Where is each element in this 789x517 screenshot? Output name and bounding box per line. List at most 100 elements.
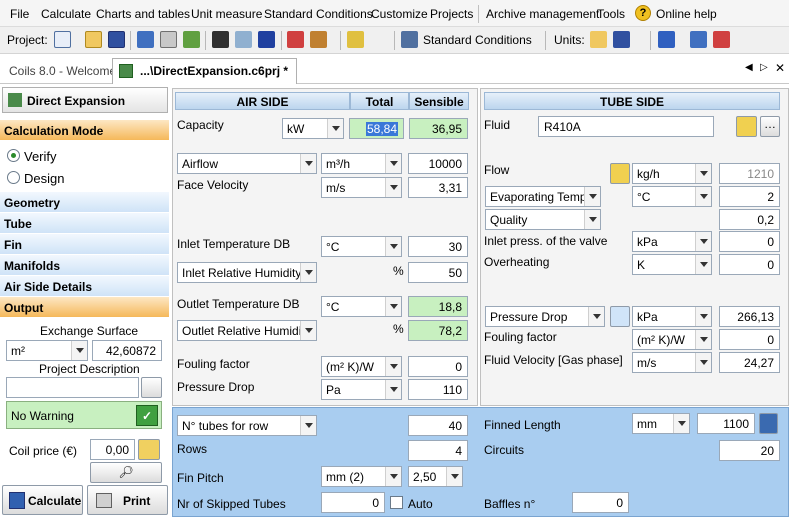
rows-input[interactable]: 4 (408, 440, 468, 461)
keyboard-icon[interactable] (141, 377, 162, 398)
finned-length-input[interactable]: 1100 (697, 413, 755, 434)
tube-fouling-unit-select[interactable]: (m² K)/W (632, 329, 712, 350)
tube-pressure-drop-unit-select[interactable]: kPa (632, 306, 712, 327)
skipped-tubes-input[interactable]: 0 (321, 492, 385, 513)
overheating-input[interactable]: 0 (719, 254, 780, 275)
surface-unit-select[interactable]: m² (6, 340, 88, 361)
finned-length-unit-select[interactable]: mm (632, 413, 690, 434)
quality-select[interactable]: Quality (485, 209, 601, 230)
inlet-rh-input[interactable]: 50 (408, 262, 468, 283)
tab-next-icon[interactable]: ▷ (760, 62, 768, 73)
new-document-icon[interactable] (54, 31, 71, 48)
design-radio[interactable] (7, 171, 20, 184)
face-velocity-unit-select[interactable]: m/s (321, 177, 402, 198)
coins-icon[interactable] (138, 439, 160, 460)
circuits-input[interactable]: 20 (719, 440, 780, 461)
save-icon[interactable] (108, 31, 125, 48)
lock-icon[interactable] (610, 163, 630, 184)
menu-divider (478, 5, 479, 23)
menu-standard-conditions[interactable]: Standard Conditions (264, 7, 373, 21)
calculator-icon[interactable] (759, 413, 778, 434)
tube-fouling-input[interactable]: 0 (719, 329, 780, 350)
fin-pitch-select[interactable]: 2,50 (408, 466, 463, 487)
tab-active[interactable]: ...\DirectExpansion.c6prj * (112, 58, 297, 84)
menu-charts[interactable]: Charts and tables (96, 7, 190, 21)
fluid-input[interactable]: R410A (538, 116, 714, 137)
diamond-icon[interactable] (610, 306, 630, 327)
browse-button[interactable]: … (760, 116, 780, 137)
inlet-press-unit-select[interactable]: kPa (632, 231, 712, 252)
overheating-unit-select[interactable]: K (632, 254, 712, 275)
fin-pitch-unit-select[interactable]: mm (2) (321, 466, 402, 487)
car-icon[interactable] (713, 31, 730, 48)
project-description-input[interactable] (6, 377, 139, 398)
section-geometry[interactable]: Geometry (0, 192, 169, 213)
verify-radio[interactable] (7, 149, 20, 162)
print-icon[interactable] (160, 31, 177, 48)
section-air-side-details[interactable]: Air Side Details (0, 276, 169, 297)
edit-icon[interactable] (690, 31, 707, 48)
capacity-sensible-value: 36,95 (409, 118, 468, 139)
settings-icon[interactable] (658, 31, 675, 48)
calculate-button[interactable]: Calculate (2, 485, 83, 515)
outlet-temp-unit-select[interactable]: °C (321, 296, 402, 317)
menu-projects[interactable]: Projects (430, 7, 473, 21)
flow-unit-select[interactable]: kg/h (632, 163, 712, 184)
air-pressure-unit-select[interactable]: Pa (321, 379, 402, 400)
close-icon[interactable]: ✕ (775, 61, 785, 75)
tools-icon[interactable] (287, 31, 304, 48)
tab-welcome[interactable]: Coils 8.0 - Welcome! (9, 64, 119, 78)
airflow-select[interactable]: Airflow (177, 153, 317, 174)
list-icon[interactable] (212, 31, 229, 48)
menu-file[interactable]: File (10, 7, 29, 21)
inlet-temp-unit-select[interactable]: °C (321, 236, 402, 257)
section-output[interactable]: Output (0, 297, 169, 318)
inlet-rh-select[interactable]: Inlet Relative Humidity (177, 262, 317, 283)
tubes-per-row-input[interactable]: 40 (408, 415, 468, 436)
auto-checkbox[interactable] (390, 496, 403, 509)
open-folder-icon[interactable] (85, 31, 102, 48)
units-open-icon[interactable] (590, 31, 607, 48)
evap-temp-input[interactable]: 2 (719, 186, 780, 207)
tubes-per-row-select[interactable]: N° tubes for row (177, 415, 317, 436)
outlet-rh-select[interactable]: Outlet Relative Humidity (177, 320, 317, 341)
lightning-icon[interactable] (736, 116, 757, 137)
section-manifolds[interactable]: Manifolds (0, 255, 169, 276)
inlet-temp-input[interactable]: 30 (408, 236, 468, 257)
section-calculation-mode[interactable]: Calculation Mode (0, 120, 169, 141)
print-button[interactable]: Print (87, 485, 168, 515)
calculator-icon[interactable] (137, 31, 154, 48)
menu-calculate[interactable]: Calculate (41, 7, 91, 21)
air-fouling-input[interactable]: 0 (408, 356, 468, 377)
units-save-icon[interactable] (613, 31, 630, 48)
tube-pressure-drop-select[interactable]: Pressure Drop (485, 306, 605, 327)
menu-tools[interactable]: Tools (597, 7, 625, 21)
evap-temp-select[interactable]: Evaporating Temp. (485, 186, 601, 207)
coil-price-input[interactable]: 0,00 (90, 439, 135, 460)
bar-chart-icon[interactable] (310, 31, 327, 48)
pencil-chart-icon[interactable] (347, 31, 364, 48)
menu-unit-measure[interactable]: Unit measure (191, 7, 262, 21)
section-fin[interactable]: Fin (0, 234, 169, 255)
evap-temp-unit-select[interactable]: °C (632, 186, 712, 207)
print-icon (96, 493, 112, 508)
airflow-input[interactable]: 10000 (408, 153, 468, 174)
menu-online-help[interactable]: Online help (656, 7, 717, 21)
menu-archive[interactable]: Archive management (486, 7, 599, 21)
standard-conditions-dropdown[interactable]: Standard Conditions (423, 33, 532, 47)
quality-input[interactable]: 0,2 (719, 209, 780, 230)
fluid-velocity-unit-select[interactable]: m/s (632, 352, 712, 373)
menu-customize[interactable]: Customize (371, 7, 428, 21)
butterfly-icon[interactable] (258, 31, 275, 48)
section-tube[interactable]: Tube (0, 213, 169, 234)
baffles-input[interactable]: 0 (572, 492, 629, 513)
inlet-press-input[interactable]: 0 (719, 231, 780, 252)
air-fouling-unit-select[interactable]: (m² K)/W (321, 356, 402, 377)
capacity-unit-select[interactable]: kW (282, 118, 344, 139)
auto-label: Auto (408, 497, 433, 511)
coil-icon[interactable] (235, 31, 252, 48)
tab-prev-icon[interactable]: ◀ (745, 62, 753, 73)
search-icon[interactable]: 🔎︎ (90, 462, 162, 483)
airflow-unit-select[interactable]: m³/h (321, 153, 402, 174)
chart-icon[interactable] (183, 31, 200, 48)
